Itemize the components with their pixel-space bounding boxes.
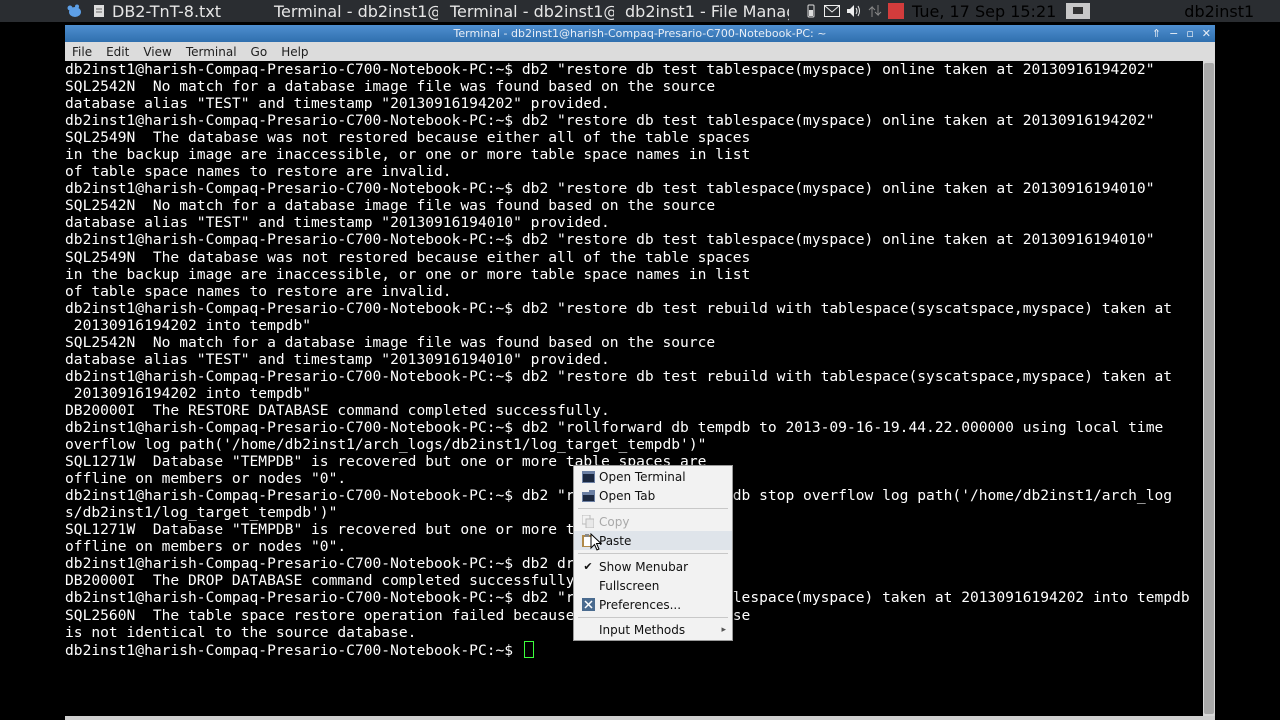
- menu-item-input-methods[interactable]: Input Methods ▸: [574, 620, 732, 639]
- system-tray: Tue, 17 Sep 15:21 db2inst1: [804, 0, 1254, 22]
- clock[interactable]: Tue, 17 Sep 15:21: [912, 2, 1056, 21]
- terminal-line: of table space names to restore are inva…: [65, 163, 452, 181]
- check-icon: ✔: [583, 560, 593, 573]
- menu-item-label: Input Methods: [599, 622, 686, 637]
- menu-separator: [578, 508, 728, 509]
- terminal-cursor: [523, 640, 534, 658]
- workspace-switcher-icon[interactable]: [1066, 3, 1091, 19]
- terminal-line: db2inst1@harish-Compaq-Presario-C700-Not…: [65, 299, 1173, 317]
- window-title: Terminal - db2inst1@harish-Compaq-Presar…: [453, 27, 827, 40]
- menu-item-label: Open Tab: [599, 488, 656, 503]
- blank-icon: [581, 623, 595, 637]
- menu-item-open-terminal[interactable]: Open Terminal: [574, 467, 732, 486]
- menu-separator: [578, 553, 728, 554]
- menu-separator: [578, 617, 728, 618]
- task-label: Terminal - db2inst1@ha...: [450, 1, 614, 21]
- task-label: db2inst1 - File Manager: [625, 1, 789, 21]
- mouse-pointer-icon: [590, 533, 602, 551]
- menu-item-fullscreen[interactable]: Fullscreen: [574, 576, 732, 595]
- terminal-line: db2inst1@harish-Compaq-Presario-C700-Not…: [65, 180, 1155, 198]
- menubar: File Edit View Terminal Go Help: [65, 42, 1215, 61]
- open-tab-icon: [581, 489, 595, 503]
- preferences-icon: [581, 598, 595, 612]
- menu-item-open-tab[interactable]: Open Tab: [574, 486, 732, 505]
- mail-icon[interactable]: [824, 5, 840, 17]
- menu-view[interactable]: View: [136, 45, 178, 59]
- menu-file[interactable]: File: [65, 45, 99, 59]
- menu-item-label: Copy: [599, 514, 630, 529]
- open-terminal-icon: [581, 470, 595, 484]
- task-text-file[interactable]: DB2-TnT-8.txt: [92, 0, 262, 22]
- volume-icon[interactable]: [846, 4, 862, 18]
- terminal-line: in the backup image are inaccessible, or…: [65, 265, 751, 283]
- mouse-logo-icon: [67, 4, 81, 17]
- terminal-line: db2inst1@harish-Compaq-Presario-C700-Not…: [65, 231, 1155, 249]
- terminal-line: database alias "TEST" and timestamp "201…: [65, 95, 610, 113]
- task-label: DB2-TnT-8.txt: [112, 1, 222, 21]
- terminal-line: in the backup image are inaccessible, or…: [65, 146, 751, 164]
- menu-item-show-menubar[interactable]: ✔ Show Menubar: [574, 557, 732, 576]
- blank-icon: [581, 579, 595, 593]
- text-file-icon: [94, 5, 104, 17]
- terminal-prompt: db2inst1@harish-Compaq-Presario-C700-Not…: [65, 641, 522, 659]
- menu-item-label: Preferences...: [599, 597, 682, 612]
- menu-go[interactable]: Go: [244, 45, 275, 59]
- context-menu: Open Terminal Open Tab Copy Paste ✔ Show…: [573, 465, 733, 641]
- minimize-icon[interactable]: −: [1169, 25, 1178, 42]
- terminal-line: overflow log path('/home/db2inst1/arch_l…: [65, 436, 707, 454]
- task-label: Terminal - db2inst1@ha...: [274, 1, 438, 21]
- task-terminal-2[interactable]: Terminal - db2inst1@ha...: [444, 0, 614, 22]
- terminal-prompt-line[interactable]: db2inst1@harish-Compaq-Presario-C700-Not…: [65, 640, 1203, 659]
- red-status-icon[interactable]: [888, 3, 904, 19]
- network-icon[interactable]: [868, 4, 882, 18]
- vertical-scrollbar[interactable]: [1203, 61, 1215, 716]
- menu-item-label: Paste: [599, 533, 632, 548]
- maximize-icon[interactable]: ▫: [1186, 25, 1193, 42]
- menu-help[interactable]: Help: [274, 45, 315, 59]
- menu-item-label: Fullscreen: [599, 578, 660, 593]
- terminal-line: of table space names to restore are inva…: [65, 282, 452, 300]
- menu-item-label: Show Menubar: [599, 559, 689, 574]
- user-name[interactable]: db2inst1: [1184, 2, 1254, 21]
- task-terminal-1[interactable]: Terminal - db2inst1@ha...: [268, 0, 438, 22]
- menu-terminal[interactable]: Terminal: [179, 45, 244, 59]
- terminal-line: SQL2542N No match for a database image f…: [65, 197, 716, 215]
- battery-icon[interactable]: [804, 4, 818, 18]
- terminal-line: database alias "TEST" and timestamp "201…: [65, 214, 610, 232]
- terminal-line: SQL2549N The database was not restored b…: [65, 248, 751, 266]
- terminal-line: DB20000I The RESTORE DATABASE command co…: [65, 401, 610, 419]
- menu-item-copy[interactable]: Copy: [574, 512, 732, 531]
- keep-on-top-icon[interactable]: ⇑: [1152, 25, 1161, 42]
- terminal-line: db2inst1@harish-Compaq-Presario-C700-Not…: [65, 418, 1164, 436]
- terminal-line: database alias "TEST" and timestamp "201…: [65, 350, 610, 368]
- copy-icon: [581, 515, 595, 529]
- task-file-manager[interactable]: db2inst1 - File Manager: [619, 0, 789, 22]
- close-icon[interactable]: ✕: [1202, 25, 1211, 42]
- terminal-line: 20130916194202 into tempdb": [65, 316, 312, 334]
- menu-item-label: Open Terminal: [599, 469, 686, 484]
- submenu-arrow-icon: ▸: [721, 624, 726, 635]
- app-menu-button[interactable]: [63, 0, 85, 22]
- menu-item-preferences[interactable]: Preferences...: [574, 595, 732, 614]
- terminal-line: db2inst1@harish-Compaq-Presario-C700-Not…: [65, 367, 1173, 385]
- terminal-line: SQL2542N No match for a database image f…: [65, 333, 716, 351]
- terminal-line: db2inst1@harish-Compaq-Presario-C700-Not…: [65, 112, 1155, 130]
- menu-edit[interactable]: Edit: [99, 45, 136, 59]
- terminal-line: SQL2549N The database was not restored b…: [65, 129, 751, 147]
- window-titlebar[interactable]: Terminal - db2inst1@harish-Compaq-Presar…: [65, 25, 1215, 42]
- window-bottom-edge: [65, 716, 1215, 720]
- scrollbar-thumb[interactable]: [1204, 63, 1214, 714]
- terminal-line: db2inst1@harish-Compaq-Presario-C700-Not…: [65, 61, 1155, 78]
- terminal-line: 20130916194202 into tempdb": [65, 384, 312, 402]
- terminal-line: SQL2542N No match for a database image f…: [65, 78, 716, 96]
